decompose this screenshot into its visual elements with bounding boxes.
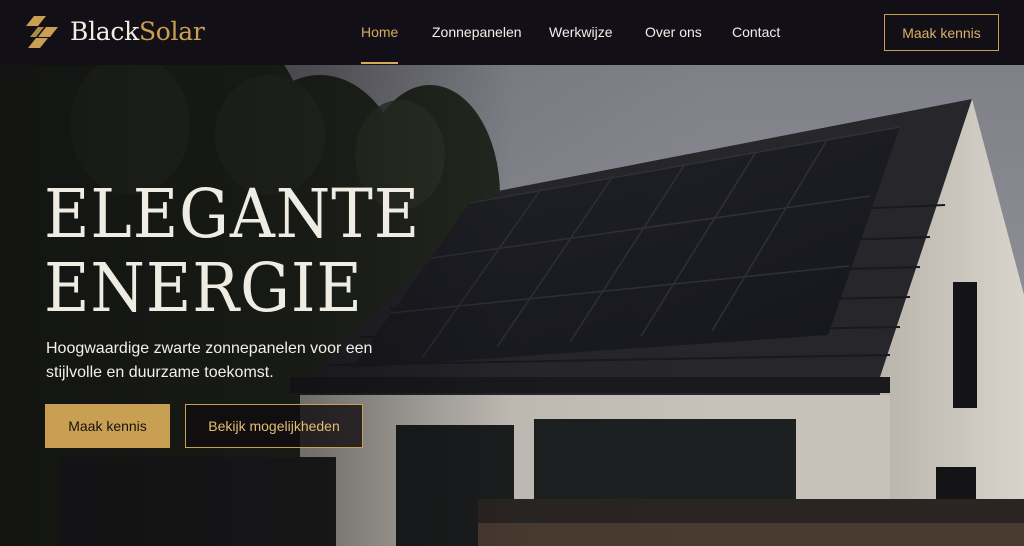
nav-item-werkwijze[interactable]: Werkwijze <box>549 0 613 65</box>
header-cta-button[interactable]: Maak kennis <box>884 14 999 51</box>
hero-section: ELEGANTE ENERGIE Hoogwaardige zwarte zon… <box>0 65 1024 546</box>
hero-secondary-button[interactable]: Bekijk mogelijkheden <box>185 404 363 448</box>
hero-headline: ELEGANTE ENERGIE <box>44 177 420 325</box>
nav-item-home[interactable]: Home <box>361 0 399 65</box>
nav-item-over-ons[interactable]: Over ons <box>645 0 702 65</box>
hero-headline-line1: ELEGANTE <box>44 175 421 253</box>
main-navigation: Home Zonnepanelen Werkwijze Over ons Con… <box>0 0 1024 65</box>
hero-headline-line2: ENERGIE <box>44 249 363 327</box>
hero-primary-button[interactable]: Maak kennis <box>45 404 170 448</box>
site-header: BlackSolar Home Zonnepanelen Werkwijze O… <box>0 0 1024 65</box>
nav-item-contact[interactable]: Contact <box>732 0 780 65</box>
hero-lead-text: Hoogwaardige zwarte zonnepanelen voor ee… <box>46 340 373 381</box>
nav-item-zonnepanelen[interactable]: Zonnepanelen <box>432 0 522 65</box>
